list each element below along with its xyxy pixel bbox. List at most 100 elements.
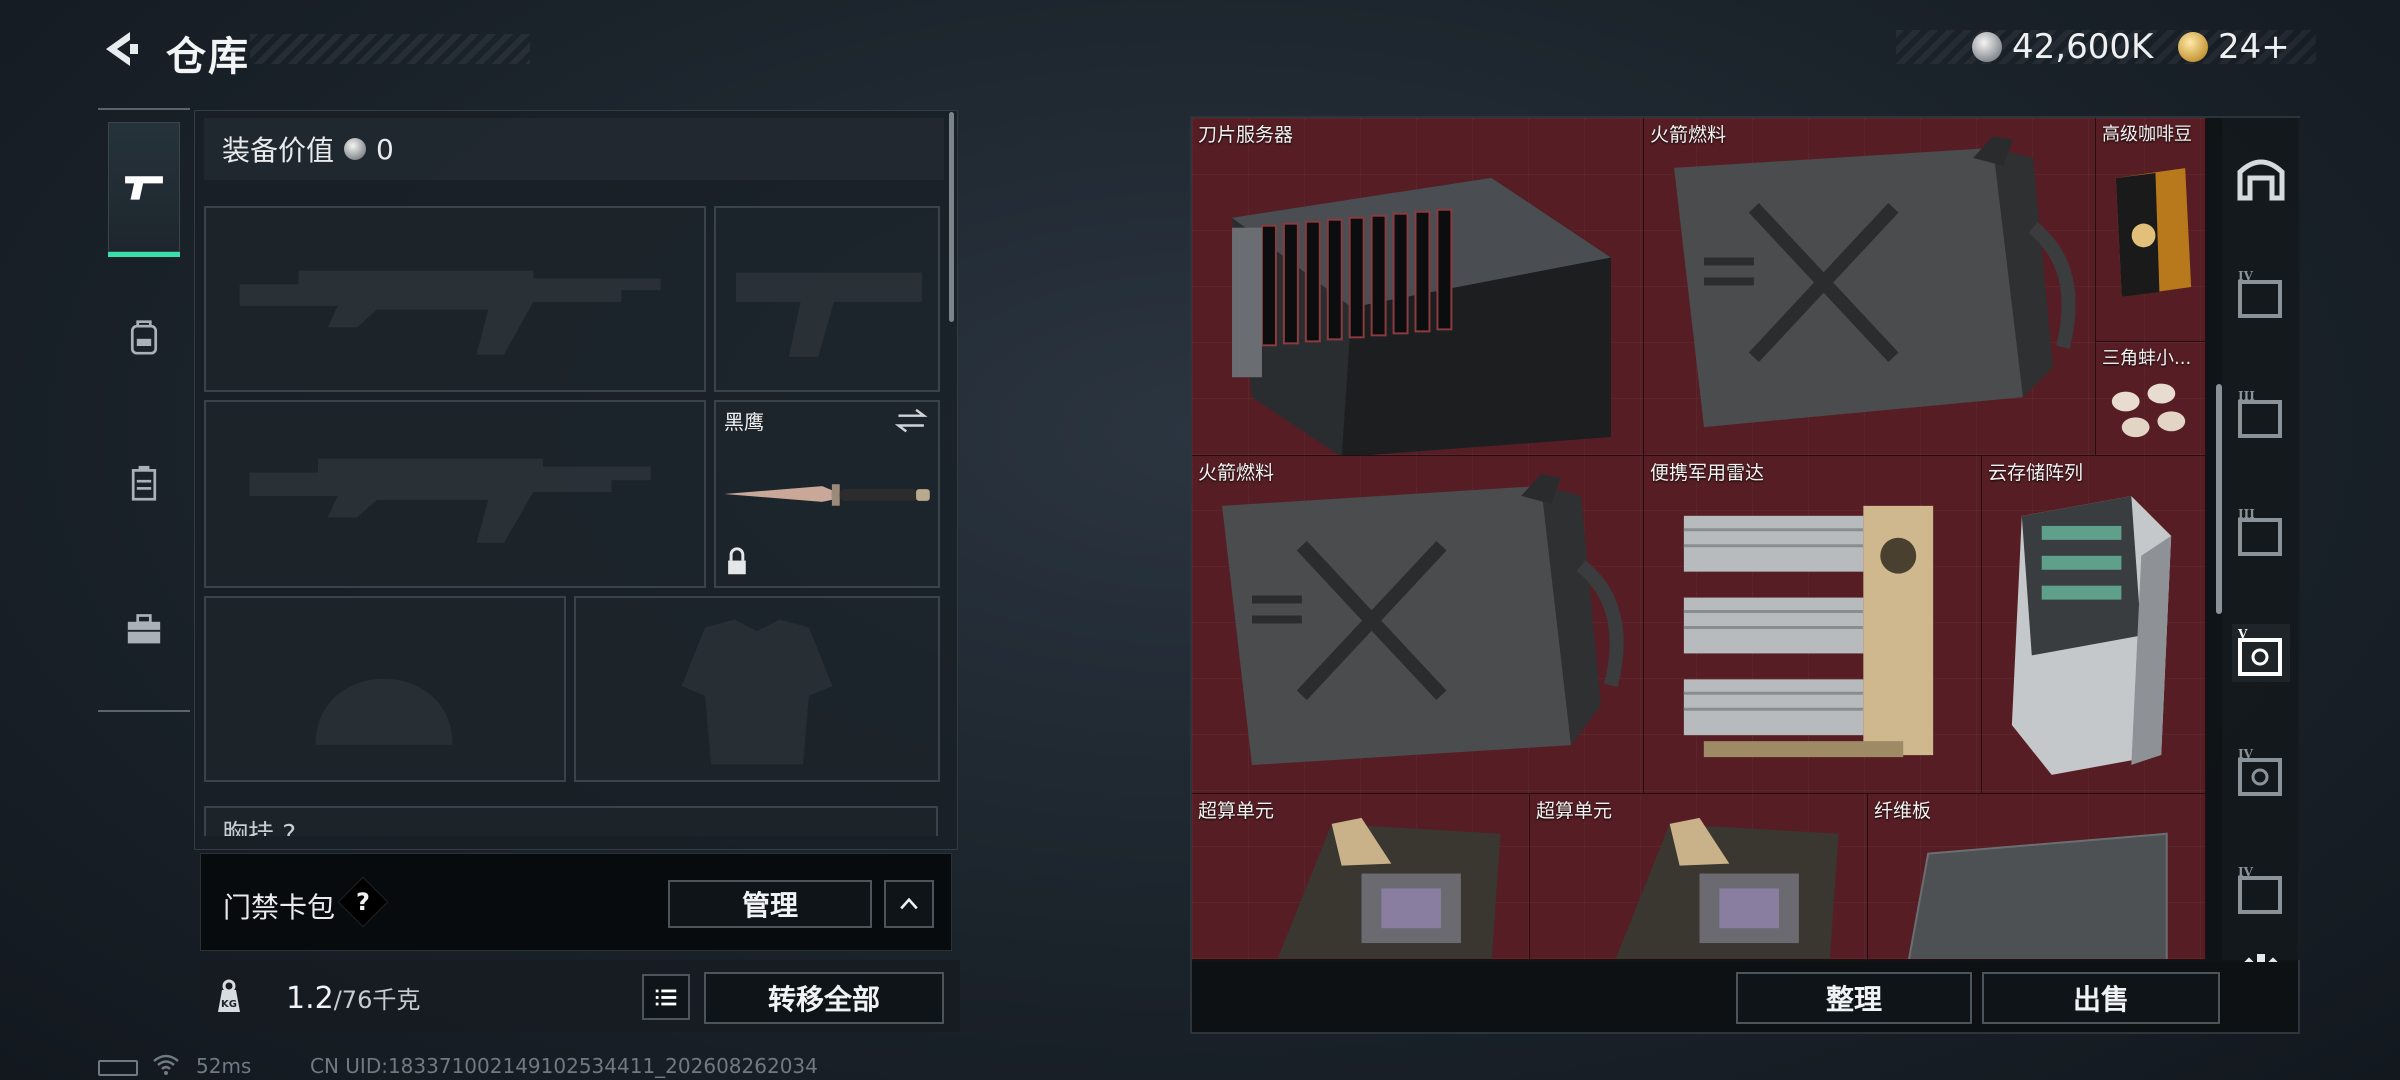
gold-currency[interactable]: 24+	[2178, 24, 2290, 70]
item-name: 超算单元	[1536, 800, 1613, 822]
weight-readout: 1.2/76千克	[286, 980, 420, 1016]
collapse-button[interactable]	[884, 880, 934, 928]
storage-tab-iv[interactable]: IV	[2232, 266, 2290, 324]
helmet-silhouette-icon	[315, 678, 453, 745]
item-name: 高级咖啡豆	[2102, 124, 2192, 145]
vest-icon	[131, 465, 157, 501]
storage-item[interactable]: 火箭燃料	[1644, 118, 2096, 456]
manage-button[interactable]: 管理	[668, 880, 872, 928]
silver-coin-icon	[1972, 32, 2002, 62]
armor-slot[interactable]	[574, 596, 940, 782]
tab-backpack[interactable]	[108, 272, 180, 402]
item-name: 超算单元	[1198, 800, 1275, 822]
svg-text:KG: KG	[221, 999, 237, 1010]
storage-item[interactable]: 超算单元	[1192, 794, 1530, 960]
equipment-value-header: 装备价值 0	[204, 118, 944, 180]
gold-currency-value: 24+	[2218, 27, 2290, 67]
backpack-icon	[130, 320, 158, 355]
storage-home-tab[interactable]	[2232, 148, 2290, 206]
back-button[interactable]	[96, 24, 146, 74]
tab-weapons[interactable]	[108, 122, 180, 252]
container-tier-4-icon: IV	[2238, 865, 2282, 914]
active-tab-indicator	[108, 252, 180, 257]
wifi-icon	[153, 1054, 179, 1075]
sell-button[interactable]: 出售	[1982, 972, 2220, 1024]
helmet-slot[interactable]	[204, 596, 566, 782]
storage-tab-iii-b[interactable]: III	[2232, 504, 2290, 562]
silver-currency-value: 42,600K	[2012, 27, 2154, 67]
container-tier-3-icon: III	[2238, 389, 2282, 438]
item-name: 火箭燃料	[1198, 462, 1275, 484]
storage-tab-iv-b[interactable]: IV	[2232, 744, 2290, 802]
item-name: 三角蚌小...	[2102, 348, 2192, 369]
storage-item[interactable]: 超算单元	[1530, 794, 1868, 960]
secondary-weapon-slot[interactable]	[204, 400, 706, 588]
storage-array-icon	[2011, 496, 2172, 775]
pistol-icon	[125, 176, 163, 200]
rifle-silhouette-icon	[249, 458, 651, 543]
chest-rig-label: 胸挂 ?	[222, 820, 297, 836]
container-tier-3-icon: III	[2238, 507, 2282, 556]
weight-max: /76千克	[333, 986, 421, 1014]
storage-item[interactable]: 刀片服务器	[1192, 118, 1644, 456]
silver-coin-icon	[344, 138, 367, 160]
svg-text:III: III	[2238, 389, 2255, 403]
svg-text:IV: IV	[2238, 865, 2254, 879]
coffee-bag-icon	[2115, 168, 2192, 297]
storage-item[interactable]: 高级咖啡豆	[2096, 118, 2206, 342]
container-tier-5-icon: V	[2237, 627, 2282, 676]
weight-current: 1.2	[286, 981, 334, 1016]
title-decoration	[250, 34, 530, 64]
storage-item[interactable]: 三角蚌小...	[2096, 342, 2206, 456]
help-icon[interactable]: ?	[337, 876, 389, 928]
item-name: 便携军用雷达	[1650, 462, 1765, 484]
list-icon	[655, 989, 677, 1006]
storage-tab-iv-c[interactable]: IV	[2232, 862, 2290, 920]
equipment-value: 0	[376, 132, 394, 166]
rifle-silhouette-icon	[239, 270, 661, 355]
pistol-slot[interactable]	[714, 206, 940, 392]
tab-briefcase[interactable]	[108, 564, 180, 694]
item-name: 云存储阵列	[1988, 462, 2084, 484]
container-tier-4-icon: IV	[2238, 269, 2282, 318]
equipment-scrollbar[interactable]	[949, 112, 954, 322]
fuel-can-icon	[1222, 473, 1624, 766]
keycard-label: 门禁卡包	[223, 891, 336, 924]
storage-tab-iii-a[interactable]: III	[2232, 386, 2290, 444]
svg-text:III: III	[2238, 507, 2255, 521]
item-name: 纤维板	[1874, 800, 1932, 822]
weight-icon: KG	[218, 979, 240, 1012]
blade-server-icon	[1232, 177, 1611, 455]
back-arrow-icon	[106, 32, 138, 66]
pistol-silhouette-icon	[736, 272, 922, 357]
equipment-value-label: 装备价值	[222, 134, 335, 167]
primary-weapon-slot[interactable]	[204, 206, 706, 392]
container-tier-4-icon: IV	[2238, 747, 2282, 796]
storage-item[interactable]: 火箭燃料	[1192, 456, 1644, 794]
ping-readout: 52ms	[196, 1054, 252, 1078]
melee-slot[interactable]: 黑鹰	[714, 400, 940, 588]
tab-vest[interactable]	[108, 418, 180, 548]
storage-tab-v-active[interactable]: V	[2232, 624, 2290, 682]
battery-icon	[98, 1060, 138, 1076]
item-name: 刀片服务器	[1198, 124, 1294, 146]
transfer-all-button[interactable]: 转移全部	[704, 972, 944, 1024]
storage-item[interactable]: 云存储阵列	[1982, 456, 2206, 794]
sort-button[interactable]: 整理	[1736, 972, 1972, 1024]
item-name: 火箭燃料	[1650, 124, 1727, 146]
storage-item[interactable]: 纤维板	[1868, 794, 2206, 960]
list-view-button[interactable]	[642, 974, 690, 1020]
briefcase-icon	[127, 614, 161, 644]
storage-item[interactable]: 便携军用雷达	[1644, 456, 1982, 794]
svg-text:V: V	[2237, 627, 2248, 641]
uid-readout: CN UID:1833710021491025344​11_2026082620…	[310, 1054, 818, 1078]
fuel-can-icon	[1674, 135, 2076, 428]
lock-icon	[728, 547, 746, 575]
page-title: 仓库	[166, 34, 250, 80]
silver-currency[interactable]: 42,600K	[1972, 24, 2153, 70]
chest-rig-slot[interactable]: 胸挂 ?	[204, 806, 938, 836]
armor-silhouette-icon	[681, 619, 833, 765]
chevron-up-icon	[900, 897, 918, 910]
radar-icon	[1683, 505, 1934, 758]
storage-grid: 刀片服务器 火箭燃料 高级咖啡豆 三角蚌小... 火箭燃料 便携军用雷达 云存储…	[1192, 118, 2206, 960]
